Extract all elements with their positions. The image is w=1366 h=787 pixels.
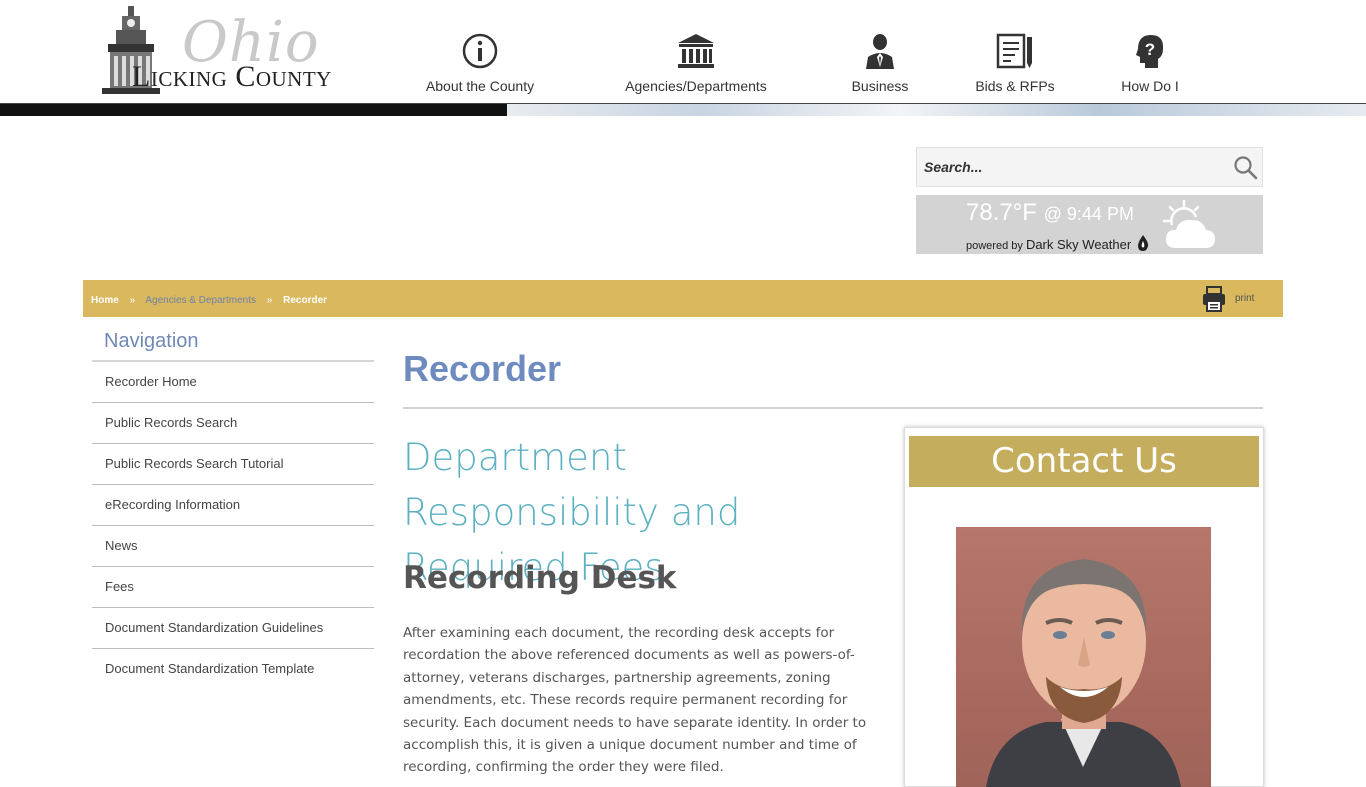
weather-time: @ 9:44 PM bbox=[1043, 204, 1134, 224]
weather-attribution: powered by Dark Sky Weather bbox=[966, 235, 1149, 252]
nav-label: Agencies/Departments bbox=[625, 78, 767, 94]
side-nav-recorder-home[interactable]: Recorder Home bbox=[92, 362, 374, 403]
powered-by-label: powered by bbox=[966, 240, 1023, 252]
search-icon[interactable] bbox=[1232, 154, 1260, 182]
search-input[interactable] bbox=[917, 148, 1227, 186]
nav-label: Bids & RFPs bbox=[975, 78, 1055, 94]
document-pen-icon bbox=[996, 33, 1032, 69]
dark-sky-logo-icon bbox=[1138, 235, 1149, 251]
side-navigation: Navigation Recorder Home Public Records … bbox=[92, 320, 374, 690]
side-nav-document-standardization-template[interactable]: Document Standardization Template bbox=[92, 649, 374, 690]
temperature-value: 78.7°F bbox=[966, 199, 1037, 226]
weather-widget[interactable]: 78.7°F @ 9:44 PM powered by Dark Sky Wea… bbox=[916, 195, 1263, 254]
breadcrumb-agencies[interactable]: Agencies & Departments bbox=[145, 295, 256, 306]
top-navigation: About the County Agencies/Departments Bu… bbox=[0, 28, 1366, 98]
nav-how-do-i[interactable]: ? How Do I bbox=[1110, 28, 1190, 98]
print-label: print bbox=[1235, 293, 1255, 304]
weather-temperature: 78.7°F @ 9:44 PM bbox=[966, 199, 1134, 227]
portrait-illustration bbox=[986, 559, 1181, 787]
header-banner-stripe bbox=[0, 104, 1366, 116]
recording-desk-paragraph: After examining each document, the recor… bbox=[403, 625, 867, 776]
contact-card: Contact Us bbox=[904, 427, 1264, 787]
side-nav-public-records-search[interactable]: Public Records Search bbox=[92, 403, 374, 444]
nav-business[interactable]: Business bbox=[840, 28, 920, 98]
contact-heading: Contact Us bbox=[909, 436, 1259, 487]
site-header: Ohio Licking County About the County Age… bbox=[0, 0, 1366, 104]
side-nav-news[interactable]: News bbox=[92, 526, 374, 567]
nav-label: About the County bbox=[425, 78, 535, 94]
building-icon bbox=[678, 34, 714, 68]
breadcrumb-home[interactable]: Home bbox=[91, 295, 119, 306]
question-head-icon: ? bbox=[1136, 35, 1164, 68]
breadcrumb-separator: » bbox=[129, 295, 136, 306]
breadcrumb: Home » Agencies & Departments » Recorder bbox=[91, 295, 335, 306]
nav-bids-rfps[interactable]: Bids & RFPs bbox=[965, 28, 1065, 98]
side-nav-document-standardization-guidelines[interactable]: Document Standardization Guidelines bbox=[92, 608, 374, 649]
printer-icon bbox=[1203, 286, 1225, 312]
nav-label: Business bbox=[851, 78, 909, 94]
side-nav-title: Navigation bbox=[92, 320, 374, 362]
side-nav-public-records-search-tutorial[interactable]: Public Records Search Tutorial bbox=[92, 444, 374, 485]
title-divider bbox=[403, 407, 1263, 409]
breadcrumb-bar: Home » Agencies & Departments » Recorder… bbox=[83, 280, 1283, 317]
side-nav-fees[interactable]: Fees bbox=[92, 567, 374, 608]
nav-about-the-county[interactable]: About the County bbox=[420, 28, 540, 98]
partly-cloudy-icon bbox=[1162, 199, 1216, 248]
nav-agencies-departments[interactable]: Agencies/Departments bbox=[616, 28, 776, 98]
page-title: Recorder bbox=[403, 348, 562, 389]
subsection-heading: Recording Desk bbox=[403, 560, 677, 596]
breadcrumb-current: Recorder bbox=[283, 295, 328, 306]
weather-provider: Dark Sky Weather bbox=[1025, 237, 1132, 252]
side-nav-erecording-information[interactable]: eRecording Information bbox=[92, 485, 374, 526]
print-button[interactable]: print bbox=[1202, 286, 1282, 312]
businessman-icon bbox=[866, 34, 894, 69]
breadcrumb-separator: » bbox=[266, 295, 273, 306]
site-search bbox=[916, 147, 1263, 187]
recorder-portrait-photo bbox=[956, 527, 1211, 787]
info-icon bbox=[462, 33, 498, 69]
nav-label: How Do I bbox=[1121, 78, 1179, 94]
svg-text:?: ? bbox=[1145, 40, 1155, 59]
